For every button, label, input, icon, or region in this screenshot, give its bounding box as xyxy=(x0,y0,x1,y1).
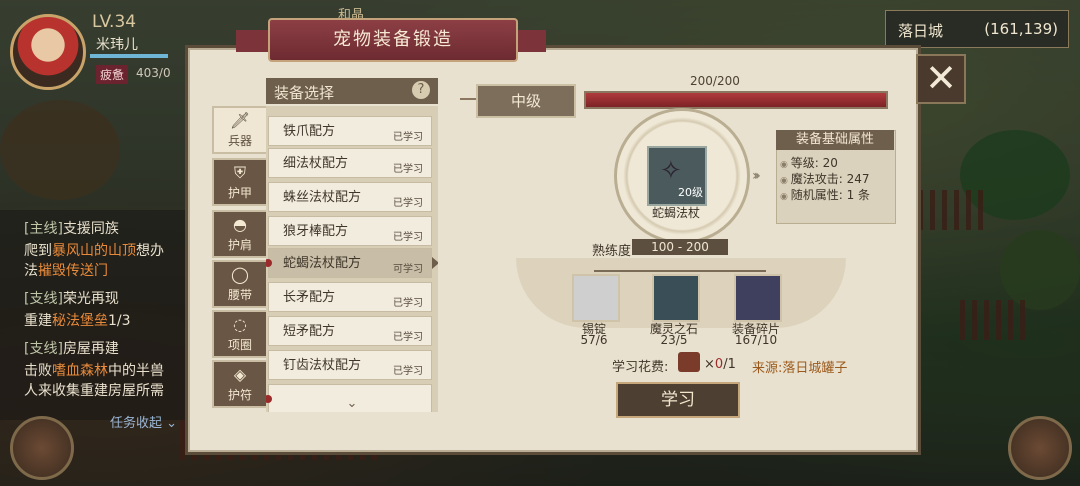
recipe-item[interactable]: 短矛配方 已学习 xyxy=(268,316,432,346)
quest-desc: 法摧毁传送门 xyxy=(24,263,108,279)
quest-tracker[interactable]: [主线]支援同族 爬到暴风山的山顶想办 法摧毁传送门 [支线]荣光再现 重建秘法… xyxy=(0,210,200,420)
tin-ingot-icon[interactable] xyxy=(572,274,620,322)
close-button[interactable]: ✕ xyxy=(916,54,966,104)
quest-title: [支线]荣光再现 xyxy=(24,291,119,307)
tier-progress-text: 200/200 xyxy=(690,74,740,88)
fatigue-value: 403/0 xyxy=(136,66,171,80)
tier-progress-bar xyxy=(584,91,888,109)
material-count: 57/6 xyxy=(580,333,608,347)
recipe-item[interactable]: 长矛配方 已学习 xyxy=(268,282,432,312)
panel-title: 宠物装备锻造 xyxy=(268,18,518,62)
tab-belt[interactable]: ◯ 腰带 xyxy=(212,260,268,308)
attribute-header: 装备基础属性 xyxy=(776,130,894,150)
cost-value: ×0/1 xyxy=(704,357,736,372)
scorpion-staff-icon: ✧ xyxy=(660,156,682,186)
quest-desc: 重建秘法堡垒1/3 xyxy=(24,313,131,329)
material-connector xyxy=(594,270,766,272)
tab-amulet[interactable]: ◈ 护符 xyxy=(212,360,268,408)
quest-collapse-button[interactable]: 任务收起 ⌄ xyxy=(110,412,177,431)
city-location[interactable]: 落日城 (161,139) xyxy=(885,10,1069,48)
recipe-item[interactable]: 蛛丝法杖配方 已学习 xyxy=(268,182,432,212)
recipe-item[interactable]: 狼牙棒配方 已学习 xyxy=(268,216,432,246)
recipe-item[interactable]: 细法杖配方 已学习 xyxy=(268,148,432,178)
city-coords: (161,139) xyxy=(984,20,1058,38)
tab-weapon[interactable]: 🗡 兵器 xyxy=(212,106,268,154)
home-button[interactable] xyxy=(1008,416,1072,480)
tier-progress-fill xyxy=(586,93,886,107)
chevron-right-icon: ››› xyxy=(752,168,761,184)
collar-icon: ◌ xyxy=(233,315,247,334)
player-avatar[interactable] xyxy=(10,14,86,90)
equip-shard-icon[interactable] xyxy=(734,274,782,322)
material-count: 167/10 xyxy=(734,333,778,347)
quest-title: [支线]房屋再建 xyxy=(24,341,119,357)
quest-title: [主线]支援同族 xyxy=(24,221,119,237)
recipe-list[interactable]: 铁爪配方 已学习 细法杖配方 已学习 蛛丝法杖配方 已学习 狼牙棒配方 已学习 蛇蝎法杖… xyxy=(266,106,438,412)
tab-shoulder[interactable]: ◓ 护肩 xyxy=(212,210,268,258)
belt-icon: ◯ xyxy=(231,265,249,284)
learn-button[interactable]: 学习 xyxy=(616,382,740,418)
proficiency-range: 100 - 200 xyxy=(632,239,728,255)
armor-icon: ⛨ xyxy=(233,163,246,182)
item-name: 蛇蝎法杖 xyxy=(652,206,701,220)
new-dot xyxy=(266,259,272,267)
item-level-badge: 20级 xyxy=(678,186,703,199)
tab-collar[interactable]: ◌ 项圈 xyxy=(212,310,268,358)
tab-armor[interactable]: ⛨ 护甲 xyxy=(212,158,268,206)
amulet-icon: ◈ xyxy=(233,365,247,384)
recipe-item[interactable]: 钉齿法杖配方 已学习 xyxy=(268,350,432,380)
scroll-down-icon[interactable]: ⌄ xyxy=(266,396,438,412)
help-icon[interactable]: ? xyxy=(412,81,430,99)
jar-icon xyxy=(678,352,700,372)
sword-icon: 🗡 xyxy=(229,111,251,130)
magic-stone-icon[interactable] xyxy=(652,274,700,322)
recipe-list-header: 装备选择 ? xyxy=(266,78,438,104)
player-level: LV.34 xyxy=(92,12,137,32)
quest-desc: 爬到暴风山的山顶想办 xyxy=(24,243,164,259)
player-hp-bar xyxy=(90,54,168,58)
proficiency-label: 熟练度 xyxy=(592,244,632,259)
fatigue-badge: 疲惫 xyxy=(96,65,129,84)
map-button[interactable] xyxy=(10,416,74,480)
attribute-row: 等级: 20 xyxy=(780,154,838,171)
attribute-row: 魔法攻击: 247 xyxy=(780,170,870,187)
cost-label: 学习花费: xyxy=(612,360,669,375)
recipe-item-selected[interactable]: 蛇蝎法杖配方 可学习 xyxy=(266,248,438,278)
quest-desc: 人来收集重建房屋所需 xyxy=(24,383,164,399)
cost-source: 来源:落日城罐子 xyxy=(752,361,848,376)
tier-label: 中级 xyxy=(476,84,576,118)
quest-desc: 击败嗜血森林中的半兽 xyxy=(24,363,164,379)
attribute-row: 随机属性: 1 条 xyxy=(780,186,870,203)
recipe-item[interactable]: 铁爪配方 已学习 xyxy=(268,116,432,146)
player-name: 米玮儿 xyxy=(96,37,138,53)
city-name: 落日城 xyxy=(898,22,944,40)
material-count: 23/5 xyxy=(660,333,688,347)
shoulder-icon: ◓ xyxy=(233,215,247,234)
